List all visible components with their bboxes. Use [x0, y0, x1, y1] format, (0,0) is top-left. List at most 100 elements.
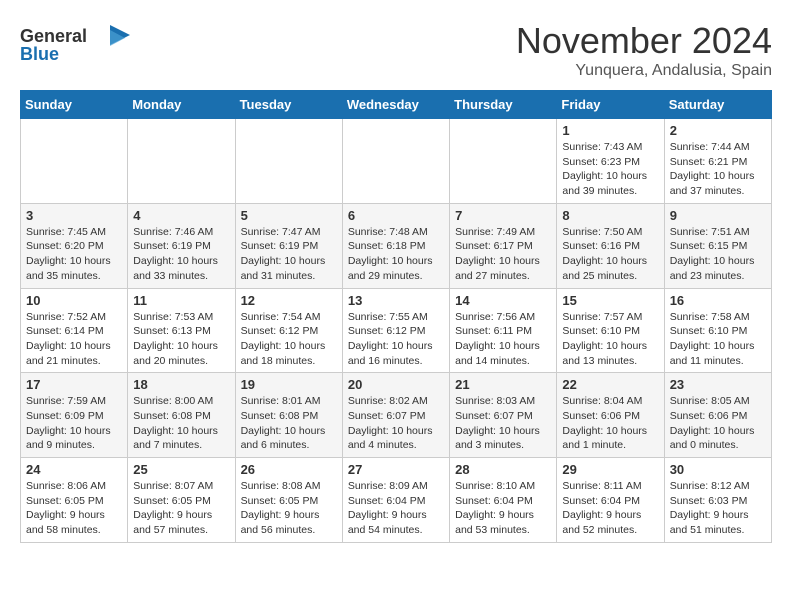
day-number: 20 [348, 377, 444, 392]
calendar-cell [21, 119, 128, 204]
day-info: Sunrise: 7:56 AMSunset: 6:11 PMDaylight:… [455, 310, 551, 369]
day-info: Sunrise: 7:43 AMSunset: 6:23 PMDaylight:… [562, 140, 658, 199]
calendar-cell: 15Sunrise: 7:57 AMSunset: 6:10 PMDayligh… [557, 288, 664, 373]
week-row-1: 3 Sunrise: 7:45 AMSunset: 6:20 PMDaylight… [21, 203, 772, 288]
column-header-wednesday: Wednesday [342, 91, 449, 119]
day-number: 10 [26, 293, 122, 308]
day-info: Sunrise: 8:10 AMSunset: 6:04 PMDaylight:… [455, 479, 551, 538]
day-number: 24 [26, 462, 122, 477]
day-number: 6 [348, 208, 444, 223]
calendar-cell: 23Sunrise: 8:05 AMSunset: 6:06 PMDayligh… [664, 373, 771, 458]
calendar-cell [128, 119, 235, 204]
calendar-cell: 22 Sunrise: 8:04 AMSunset: 6:06 PMDayligh… [557, 373, 664, 458]
calendar-cell: 21 Sunrise: 8:03 AMSunset: 6:07 PMDayligh… [450, 373, 557, 458]
day-number: 3 [26, 208, 122, 223]
calendar-cell: 4 Sunrise: 7:46 AMSunset: 6:19 PMDaylight… [128, 203, 235, 288]
day-info: Sunrise: 7:49 AMSunset: 6:17 PMDaylight:… [455, 225, 551, 284]
day-number: 29 [562, 462, 658, 477]
calendar-table: SundayMondayTuesdayWednesdayThursdayFrid… [20, 90, 772, 543]
calendar-cell: 20 Sunrise: 8:02 AMSunset: 6:07 PMDayligh… [342, 373, 449, 458]
day-info: Sunrise: 7:44 AMSunset: 6:21 PMDaylight:… [670, 140, 766, 199]
day-number: 13 [348, 293, 444, 308]
day-info: Sunrise: 7:53 AMSunset: 6:13 PMDaylight:… [133, 310, 229, 369]
day-number: 23 [670, 377, 766, 392]
day-number: 15 [562, 293, 658, 308]
column-header-monday: Monday [128, 91, 235, 119]
day-info: Sunrise: 8:09 AMSunset: 6:04 PMDaylight:… [348, 479, 444, 538]
calendar-cell: 27 Sunrise: 8:09 AMSunset: 6:04 PMDayligh… [342, 458, 449, 543]
day-number: 17 [26, 377, 122, 392]
calendar-cell: 30 Sunrise: 8:12 AMSunset: 6:03 PMDayligh… [664, 458, 771, 543]
day-info: Sunrise: 8:08 AMSunset: 6:05 PMDaylight:… [241, 479, 337, 538]
title-section: November 2024 Yunquera, Andalusia, Spain [516, 20, 772, 80]
day-info: Sunrise: 8:04 AMSunset: 6:06 PMDaylight:… [562, 394, 658, 453]
day-info: Sunrise: 7:51 AMSunset: 6:15 PMDaylight:… [670, 225, 766, 284]
logo-svg: General Blue [20, 20, 130, 70]
calendar-cell: 12Sunrise: 7:54 AMSunset: 6:12 PMDayligh… [235, 288, 342, 373]
day-info: Sunrise: 8:00 AMSunset: 6:08 PMDaylight:… [133, 394, 229, 453]
day-info: Sunrise: 7:48 AMSunset: 6:18 PMDaylight:… [348, 225, 444, 284]
day-number: 19 [241, 377, 337, 392]
calendar-cell: 2 Sunrise: 7:44 AMSunset: 6:21 PMDaylight… [664, 119, 771, 204]
calendar-cell: 9 Sunrise: 7:51 AMSunset: 6:15 PMDaylight… [664, 203, 771, 288]
day-number: 9 [670, 208, 766, 223]
column-header-friday: Friday [557, 91, 664, 119]
column-header-sunday: Sunday [21, 91, 128, 119]
column-header-thursday: Thursday [450, 91, 557, 119]
day-number: 2 [670, 123, 766, 138]
calendar-cell: 6 Sunrise: 7:48 AMSunset: 6:18 PMDaylight… [342, 203, 449, 288]
calendar-cell: 28 Sunrise: 8:10 AMSunset: 6:04 PMDayligh… [450, 458, 557, 543]
column-header-tuesday: Tuesday [235, 91, 342, 119]
day-info: Sunrise: 7:54 AMSunset: 6:12 PMDaylight:… [241, 310, 337, 369]
calendar-body: 1Sunrise: 7:43 AMSunset: 6:23 PMDaylight… [21, 119, 772, 543]
day-info: Sunrise: 8:03 AMSunset: 6:07 PMDaylight:… [455, 394, 551, 453]
logo: General Blue [20, 20, 130, 70]
day-number: 14 [455, 293, 551, 308]
day-info: Sunrise: 7:46 AMSunset: 6:19 PMDaylight:… [133, 225, 229, 284]
week-row-3: 17 Sunrise: 7:59 AMSunset: 6:09 PMDayligh… [21, 373, 772, 458]
day-info: Sunrise: 7:55 AMSunset: 6:12 PMDaylight:… [348, 310, 444, 369]
day-number: 8 [562, 208, 658, 223]
calendar-cell: 26Sunrise: 8:08 AMSunset: 6:05 PMDayligh… [235, 458, 342, 543]
calendar-cell: 3 Sunrise: 7:45 AMSunset: 6:20 PMDaylight… [21, 203, 128, 288]
day-number: 7 [455, 208, 551, 223]
calendar-cell: 13 Sunrise: 7:55 AMSunset: 6:12 PMDayligh… [342, 288, 449, 373]
day-number: 11 [133, 293, 229, 308]
page-header: General Blue November 2024 Yunquera, And… [20, 20, 772, 80]
day-info: Sunrise: 8:02 AMSunset: 6:07 PMDaylight:… [348, 394, 444, 453]
day-info: Sunrise: 8:01 AMSunset: 6:08 PMDaylight:… [241, 394, 337, 453]
calendar-cell: 29 Sunrise: 8:11 AMSunset: 6:04 PMDayligh… [557, 458, 664, 543]
calendar-header: SundayMondayTuesdayWednesdayThursdayFrid… [21, 91, 772, 119]
calendar-cell [235, 119, 342, 204]
day-info: Sunrise: 7:50 AMSunset: 6:16 PMDaylight:… [562, 225, 658, 284]
svg-text:Blue: Blue [20, 44, 59, 64]
day-info: Sunrise: 8:12 AMSunset: 6:03 PMDaylight:… [670, 479, 766, 538]
week-row-2: 10 Sunrise: 7:52 AMSunset: 6:14 PMDayligh… [21, 288, 772, 373]
day-number: 25 [133, 462, 229, 477]
day-number: 21 [455, 377, 551, 392]
day-number: 28 [455, 462, 551, 477]
day-info: Sunrise: 7:47 AMSunset: 6:19 PMDaylight:… [241, 225, 337, 284]
day-info: Sunrise: 7:45 AMSunset: 6:20 PMDaylight:… [26, 225, 122, 284]
calendar-cell: 10 Sunrise: 7:52 AMSunset: 6:14 PMDayligh… [21, 288, 128, 373]
day-number: 30 [670, 462, 766, 477]
calendar-cell: 25 Sunrise: 8:07 AMSunset: 6:05 PMDayligh… [128, 458, 235, 543]
calendar-cell: 14 Sunrise: 7:56 AMSunset: 6:11 PMDayligh… [450, 288, 557, 373]
day-info: Sunrise: 8:06 AMSunset: 6:05 PMDaylight:… [26, 479, 122, 538]
day-number: 22 [562, 377, 658, 392]
calendar-cell: 1Sunrise: 7:43 AMSunset: 6:23 PMDaylight… [557, 119, 664, 204]
calendar-cell [342, 119, 449, 204]
day-number: 5 [241, 208, 337, 223]
calendar-cell [450, 119, 557, 204]
week-row-0: 1Sunrise: 7:43 AMSunset: 6:23 PMDaylight… [21, 119, 772, 204]
location: Yunquera, Andalusia, Spain [516, 62, 772, 80]
calendar-cell: 19 Sunrise: 8:01 AMSunset: 6:08 PMDayligh… [235, 373, 342, 458]
day-info: Sunrise: 7:59 AMSunset: 6:09 PMDaylight:… [26, 394, 122, 453]
day-number: 4 [133, 208, 229, 223]
week-row-4: 24 Sunrise: 8:06 AMSunset: 6:05 PMDayligh… [21, 458, 772, 543]
day-number: 27 [348, 462, 444, 477]
day-info: Sunrise: 7:52 AMSunset: 6:14 PMDaylight:… [26, 310, 122, 369]
calendar-cell: 18Sunrise: 8:00 AMSunset: 6:08 PMDayligh… [128, 373, 235, 458]
day-info: Sunrise: 8:07 AMSunset: 6:05 PMDaylight:… [133, 479, 229, 538]
day-info: Sunrise: 8:11 AMSunset: 6:04 PMDaylight:… [562, 479, 658, 538]
